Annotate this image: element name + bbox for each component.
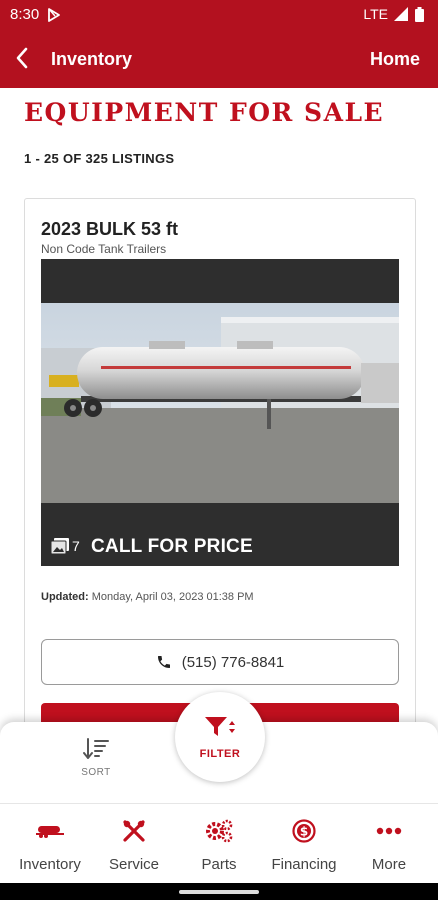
nav-item-parts[interactable]: Parts xyxy=(176,818,262,873)
status-bar: 8:30 LTE xyxy=(0,0,438,30)
sort-label: SORT xyxy=(81,767,111,778)
chevron-left-icon xyxy=(16,47,28,69)
status-time: 8:30 xyxy=(10,6,40,23)
svg-text:$: $ xyxy=(300,825,308,839)
updated-value: Monday, April 03, 2023 01:38 PM xyxy=(91,591,254,603)
filter-button[interactable]: FILTER xyxy=(175,692,265,782)
home-link[interactable]: Home xyxy=(370,49,420,70)
gears-icon xyxy=(206,819,233,843)
nav-label-financing: Financing xyxy=(271,856,337,873)
phone-number: (515) 776-8841 xyxy=(181,653,285,671)
tank-trailer-photo xyxy=(41,303,399,503)
nav-label-inventory: Inventory xyxy=(19,856,81,873)
listings-count: 1 - 25 OF 325 LISTINGS xyxy=(24,151,175,166)
back-button[interactable] xyxy=(14,46,54,72)
photo-count: 7 xyxy=(51,538,80,554)
sort-icon xyxy=(83,738,109,759)
app-bar-title: Inventory xyxy=(51,49,133,69)
dollar-coin-icon: $ xyxy=(292,819,316,843)
play-store-icon xyxy=(48,8,60,22)
home-gesture-handle[interactable] xyxy=(179,890,259,894)
nav-label-more: More xyxy=(371,856,407,873)
sort-button[interactable]: SORT xyxy=(72,738,120,786)
nav-item-more[interactable]: More xyxy=(346,818,432,873)
updated-text: Updated: Monday, April 03, 2023 01:38 PM xyxy=(41,591,254,603)
listing-title[interactable]: 2023 BULK 53 ft xyxy=(41,219,178,240)
network-type: LTE xyxy=(363,6,388,22)
tank-trailer-icon xyxy=(36,826,64,838)
signal-icon xyxy=(394,7,408,21)
nav-label-parts: Parts xyxy=(201,856,237,873)
nav-item-financing[interactable]: $ Financing xyxy=(261,818,347,873)
battery-icon xyxy=(415,7,424,22)
system-gesture-bar xyxy=(0,883,438,900)
page-title: EQUIPMENT FOR SALE xyxy=(24,98,385,127)
updated-label: Updated: xyxy=(41,591,89,603)
phone-icon xyxy=(157,656,170,668)
bottom-nav: Inventory Service Parts $ Financing More xyxy=(0,803,438,883)
price-label: CALL FOR PRICE xyxy=(91,536,253,557)
nav-item-service[interactable]: Service xyxy=(91,818,177,873)
app-bar: Inventory Home xyxy=(0,30,438,88)
listing-image[interactable]: 7 CALL FOR PRICE xyxy=(41,259,399,566)
listing-category: Non Code Tank Trailers xyxy=(41,242,167,256)
nav-item-inventory[interactable]: Inventory xyxy=(7,818,93,873)
photo-gallery-icon xyxy=(51,538,69,554)
photo-count-value: 7 xyxy=(72,538,80,554)
call-button[interactable]: (515) 776-8841 xyxy=(41,639,399,685)
filter-label: FILTER xyxy=(199,748,241,760)
more-dots-icon xyxy=(376,827,402,835)
nav-label-service: Service xyxy=(108,856,160,873)
tools-icon xyxy=(123,820,145,842)
filter-icon xyxy=(205,717,235,736)
